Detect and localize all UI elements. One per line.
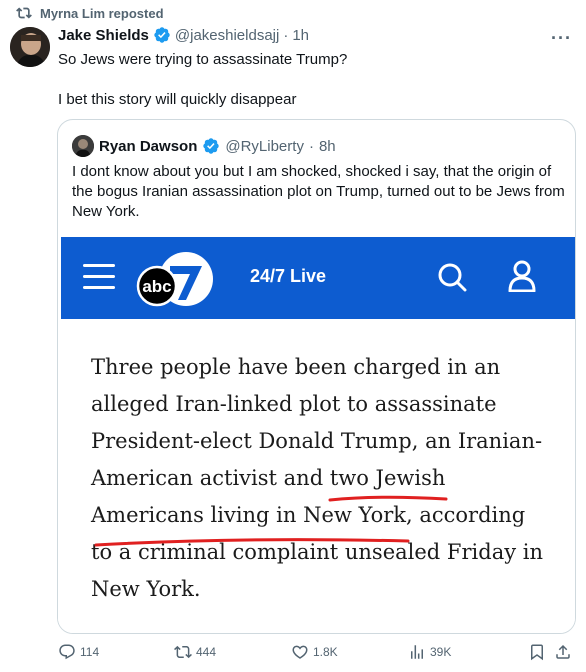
abc-logo-text: abc <box>142 277 171 296</box>
views-button[interactable]: 39K <box>408 643 451 661</box>
share-icon <box>556 644 570 659</box>
separator-dot: · <box>283 26 289 44</box>
repost-icon <box>174 645 192 659</box>
article-text: Three people have been charged in an all… <box>91 349 561 608</box>
bookmark-icon <box>531 644 543 661</box>
quote-text: I dont know about you but I am shocked, … <box>72 163 565 220</box>
tweet-text: So Jews were trying to assassinate Trump… <box>58 50 568 110</box>
tweet-header: Jake Shields @jakeshieldsajj · 1h <box>58 26 309 44</box>
repost-button[interactable]: 444 <box>174 643 216 661</box>
verified-badge-icon <box>203 138 220 154</box>
article-line: Americans living in New York, according <box>91 503 526 527</box>
author-name[interactable]: Jake Shields <box>58 27 149 44</box>
avatar-image <box>10 27 50 67</box>
repost-count: 444 <box>196 645 217 659</box>
bookmark-button[interactable] <box>528 643 546 661</box>
quote-header: Ryan Dawson @RyLiberty · 8h <box>72 135 336 157</box>
tweet-time[interactable]: 1h <box>292 27 309 44</box>
article-line: American activist and two Jewish <box>91 466 446 490</box>
heart-icon <box>292 645 308 659</box>
tweet-line: So Jews were trying to assassinate Trump… <box>58 51 348 68</box>
repost-icon <box>16 7 32 19</box>
quote-author-name: Ryan Dawson <box>99 137 198 155</box>
abc-header-bar: abc 24/7 Live <box>61 237 575 319</box>
quoted-tweet[interactable]: Ryan Dawson @RyLiberty · 8h I dont know … <box>57 119 576 634</box>
reply-icon <box>59 644 75 660</box>
quote-author-handle: @RyLiberty <box>225 137 304 155</box>
like-count: 1.8K <box>313 645 338 659</box>
verified-badge-icon[interactable] <box>153 26 171 44</box>
article-line: to a criminal complaint unsealed Friday … <box>91 540 543 564</box>
quote-avatar <box>72 135 94 157</box>
author-handle[interactable]: @jakeshieldsajj <box>175 27 279 44</box>
repost-text: Myrna Lim reposted <box>40 5 164 21</box>
views-count: 39K <box>430 645 452 659</box>
live-label: 24/7 Live <box>250 266 327 286</box>
reply-count: 114 <box>80 645 100 659</box>
abc7-logo-icon: abc <box>136 252 213 307</box>
quote-media-image[interactable]: abc 24/7 Live Three people have been cha… <box>58 237 575 633</box>
views-icon <box>411 645 423 659</box>
user-icon <box>508 260 536 292</box>
separator-dot: · <box>308 137 314 155</box>
article-line: New York. <box>91 577 201 601</box>
article-line: alleged Iran-linked plot to assassinate <box>91 392 497 416</box>
article-line: President-elect Donald Trump, an Iranian… <box>91 429 543 453</box>
quote-time: 8h <box>318 137 336 155</box>
avatar[interactable] <box>10 27 50 67</box>
like-button[interactable]: 1.8K <box>291 643 338 661</box>
article-line: Three people have been charged in an <box>91 355 501 379</box>
menu-icon <box>83 264 115 290</box>
tweet-line: I bet this story will quickly disappear <box>58 91 297 108</box>
repost-indicator[interactable]: Myrna Lim reposted <box>16 5 164 21</box>
tweet-actions: 114 444 1.8K 39K <box>58 643 576 667</box>
share-button[interactable] <box>554 643 572 661</box>
search-icon <box>438 263 467 292</box>
more-options-icon[interactable]: ··· <box>551 28 572 49</box>
reply-button[interactable]: 114 <box>58 643 99 661</box>
